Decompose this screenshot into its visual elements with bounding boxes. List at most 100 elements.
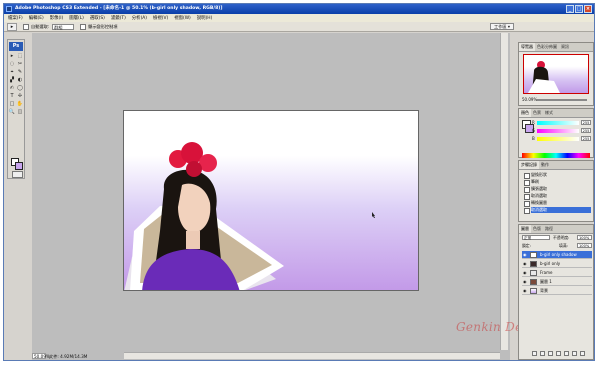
tab-swatches[interactable]: 色票 [531,109,543,117]
healing-tool-icon[interactable]: ⌖ [9,69,16,76]
zoom-tool-icon[interactable]: 🔍 [9,109,16,116]
crop-tool-icon[interactable]: ✂ [17,61,24,68]
path-select-tool-icon[interactable]: ✢ [17,93,24,100]
maximize-button[interactable]: □ [575,5,583,13]
quick-mask-button[interactable] [12,171,23,178]
navigator-thumbnail[interactable] [523,54,589,94]
channel-g-slider[interactable] [537,129,579,133]
tab-channels[interactable]: 色版 [531,225,543,233]
eye-icon[interactable]: ◉ [523,271,527,275]
trash-icon[interactable] [580,351,585,356]
tab-actions[interactable]: 動作 [539,161,551,169]
eye-icon[interactable]: ◉ [523,280,527,284]
blend-mode-select[interactable]: 正常 [522,235,550,240]
window-title: Adobe Photoshop CS3 Extended - [未命名-1 @ … [15,6,223,11]
tab-styles[interactable]: 樣式 [543,109,555,117]
tab-layers[interactable]: 圖層 [519,225,531,233]
opacity-field[interactable]: 100% [577,235,592,240]
navigator-zoom-slider[interactable] [537,99,587,101]
history-item[interactable]: 轉換圖層 [524,200,591,207]
tab-histogram[interactable]: 色彩分佈圖 [535,43,559,51]
menu-select[interactable]: 選取(S) [90,15,105,21]
menu-file[interactable]: 檔案(F) [8,15,23,21]
layer-mask-icon[interactable] [548,351,553,356]
menu-help[interactable]: 說明(H) [197,15,213,21]
tab-info[interactable]: 資訊 [559,43,571,51]
history-item[interactable]: 變換形狀 [524,172,591,179]
menu-layer[interactable]: 圖層(L) [69,15,84,21]
mouse-cursor-icon [372,212,375,218]
screen-mode-icon[interactable]: ◫ [17,109,24,116]
notes-tool-icon[interactable]: □ [9,101,16,108]
tab-color[interactable]: 顏色 [519,109,531,117]
tab-paths[interactable]: 路徑 [543,225,555,233]
adjustment-layer-icon[interactable] [556,351,561,356]
channel-b-slider[interactable] [537,137,579,141]
color-spectrum[interactable] [522,153,590,158]
minimize-button[interactable]: _ [566,5,574,13]
vertical-scrollbar[interactable] [500,33,508,350]
menu-filter[interactable]: 濾鏡(T) [111,15,126,21]
channel-g-value[interactable]: 255 [581,128,591,133]
layer-row[interactable]: ◉ 背景 [522,287,592,295]
tab-navigator[interactable]: 導覽器 [519,43,535,51]
document-canvas[interactable] [123,110,419,291]
auto-select-checkbox[interactable] [23,23,29,30]
horizontal-scrollbar[interactable] [124,352,500,359]
navigator-preview [528,61,560,93]
channel-b-value[interactable]: 255 [581,136,591,141]
history-item-label: 轉換圖層 [531,200,547,205]
tab-history[interactable]: 步驟記錄 [519,161,539,169]
history-step-icon [524,208,530,214]
new-layer-icon[interactable] [572,351,577,356]
layer-row[interactable]: ◉ b-girl only [522,260,592,268]
show-transform-checkbox[interactable] [80,23,87,30]
shape-tool-icon[interactable]: ◯ [17,85,24,92]
move-tool-icon[interactable]: ▸ [9,53,16,60]
link-layers-icon[interactable] [532,351,537,356]
brush-tool-icon[interactable]: ✎ [17,69,24,76]
layer-name: 背景 [540,288,548,293]
workspace-button[interactable]: 工作區 ▾ [490,23,514,30]
close-button[interactable]: × [584,5,592,13]
zoom-field[interactable]: 50.09% [32,353,50,359]
eye-icon[interactable]: ◉ [523,262,527,266]
layer-row[interactable]: ◉ 圖層 1 [522,278,592,286]
auto-select-dropdown[interactable]: 群組 [52,23,75,30]
eye-icon[interactable]: ◉ [523,253,527,257]
history-item-label: 取消選取 [531,207,547,212]
background-color-swatch[interactable] [15,162,23,170]
navigator-zoom[interactable]: 50.09% [522,97,537,102]
history-item[interactable]: 取消選取 [524,193,591,200]
new-group-icon[interactable] [564,351,569,356]
menu-image[interactable]: 影像(I) [50,15,64,21]
fill-field[interactable]: 100% [577,243,592,248]
history-item[interactable]: 擴張選取 [524,186,591,193]
type-tool-icon[interactable]: T [9,93,16,100]
eye-icon[interactable]: ◉ [523,289,527,293]
gradient-tool-icon[interactable]: ▞ [9,77,16,84]
layers-panel: 圖層 色版 路徑 正常 不透明度: 100% 鎖定: 填滿: 100% ◉ b-… [518,224,594,360]
history-item-selected[interactable]: 取消選取 [524,207,591,214]
menu-view[interactable]: 檢視(V) [153,15,168,21]
menu-window[interactable]: 視窗(W) [174,15,191,21]
pen-tool-icon[interactable]: ✍ [9,85,16,92]
menu-edit[interactable]: 編輯(E) [29,15,44,21]
layer-row[interactable]: ◉ Frame [522,269,592,277]
layer-name: b-girl only shadow [540,252,577,257]
hand-tool-icon[interactable]: ✋ [17,101,24,108]
history-item[interactable]: 筆刷 [524,179,591,186]
move-tool-preset-icon[interactable]: ▸ [7,22,17,31]
channel-r-value[interactable]: 255 [581,120,591,125]
layer-row[interactable]: ◉ b-girl only shadow [522,251,592,259]
channel-r-slider[interactable] [537,121,579,125]
lasso-tool-icon[interactable]: ◌ [9,61,16,68]
navigator-panel: 導覽器 色彩分佈圖 資訊 50.09% [518,42,594,106]
title-bar[interactable]: Adobe Photoshop CS3 Extended - [未命名-1 @ … [4,4,594,14]
dodge-tool-icon[interactable]: ◐ [17,77,24,84]
menu-analysis[interactable]: 分析(A) [132,15,147,21]
history-step-icon [524,194,530,200]
layer-style-icon[interactable] [540,351,545,356]
marquee-tool-icon[interactable]: ⬚ [17,53,24,60]
layer-thumbnail [530,252,537,258]
